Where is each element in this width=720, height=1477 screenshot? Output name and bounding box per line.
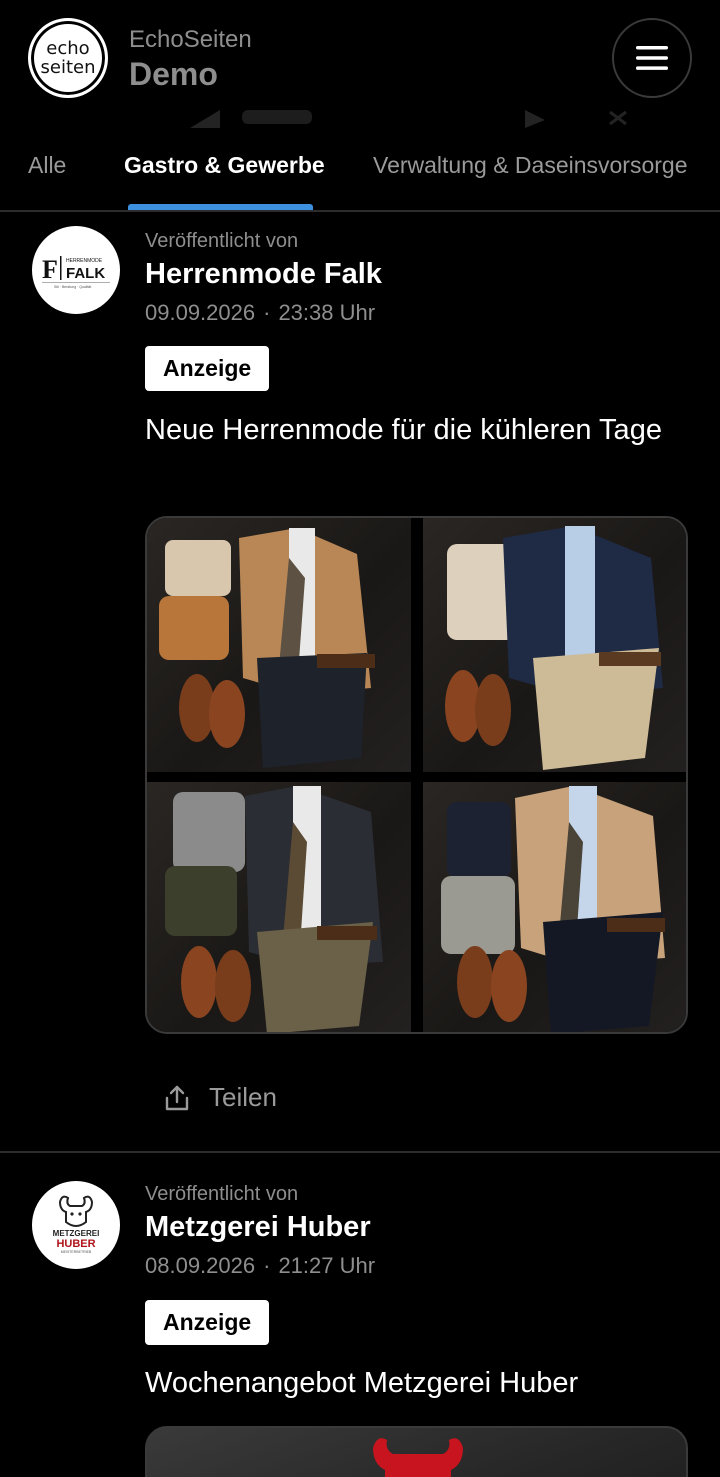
svg-text:F: F (42, 255, 58, 284)
ad-badge: Anzeige (145, 346, 270, 391)
post-image[interactable] (145, 1426, 688, 1477)
svg-text:HUBER: HUBER (56, 1238, 95, 1250)
svg-text:Stil · Beratung · Qualität: Stil · Beratung · Qualität (54, 285, 91, 289)
post-image-gallery[interactable] (145, 516, 688, 1034)
outfit-image (423, 782, 686, 1032)
category-tabs: Alle Gastro & Gewerbe Verwaltung & Dasei… (0, 130, 720, 212)
svg-text:FALK: FALK (66, 265, 105, 282)
brand-subtitle: Demo (129, 56, 218, 92)
tab-gastro-gewerbe[interactable]: Gastro & Gewerbe (124, 152, 325, 179)
post-time: 21:27 Uhr (278, 1253, 376, 1278)
post-time: 23:38 Uhr (278, 300, 376, 325)
publish-date: 09.09.2026 · 23:38 Uhr (145, 300, 376, 325)
share-icon (165, 1085, 189, 1110)
outfit-image (147, 782, 411, 1032)
post-title[interactable]: Wochenangebot Metzgerei Huber (145, 1361, 685, 1406)
logo-text-line1: echo (46, 38, 90, 59)
share-label: Teilen (209, 1082, 277, 1112)
feed-post: METZGEREI HUBER MEISTERBETRIEB Veröffent… (0, 1153, 720, 1477)
svg-text:MEISTERBETRIEB: MEISTERBETRIEB (61, 1250, 92, 1254)
publisher-name[interactable]: Herrenmode Falk (145, 258, 382, 291)
brand-title: EchoSeiten Demo (129, 26, 252, 94)
app-logo[interactable]: echo seiten (28, 18, 108, 98)
menu-button[interactable] (612, 18, 692, 98)
logo-text-line2: seiten (40, 57, 96, 78)
herrenmode-falk-logo: F HERRENMODE FALK Stil · Beratung · Qual… (42, 255, 110, 289)
outfit-image (147, 518, 411, 772)
publisher-avatar[interactable]: F HERRENMODE FALK Stil · Beratung · Qual… (32, 226, 120, 314)
publish-date: 08.09.2026 · 21:27 Uhr (145, 1253, 376, 1278)
svg-text:METZGEREI: METZGEREI (53, 1229, 100, 1238)
post-date: 08.09.2026 (145, 1253, 256, 1278)
feed-post: F HERRENMODE FALK Stil · Beratung · Qual… (0, 212, 720, 1152)
published-by-label: Veröffentlicht von (145, 1183, 299, 1205)
post-date: 09.09.2026 (145, 300, 256, 325)
publisher-avatar[interactable]: METZGEREI HUBER MEISTERBETRIEB (32, 1181, 120, 1269)
metzgerei-huber-logo: METZGEREI HUBER MEISTERBETRIEB (53, 1195, 100, 1254)
tab-verwaltung-daseinsvorsorge[interactable]: Verwaltung & Daseinsvorsorge (373, 152, 688, 179)
svg-text:HERRENMODE: HERRENMODE (66, 258, 103, 264)
share-button[interactable]: Teilen (163, 1082, 277, 1113)
active-tab-indicator (128, 204, 313, 210)
tab-alle[interactable]: Alle (28, 152, 66, 179)
app-header: echo seiten EchoSeiten Demo (0, 0, 720, 128)
background-media-controls (190, 110, 627, 128)
bull-logo-image (373, 1438, 463, 1477)
hamburger-icon (636, 46, 668, 70)
publisher-name[interactable]: Metzgerei Huber (145, 1211, 371, 1244)
post-title[interactable]: Neue Herrenmode für die kühleren Tage (145, 408, 685, 453)
published-by-label: Veröffentlicht von (145, 230, 299, 252)
outfit-image (423, 518, 686, 772)
ad-badge: Anzeige (145, 1300, 270, 1345)
brand-name: EchoSeiten (129, 26, 252, 53)
